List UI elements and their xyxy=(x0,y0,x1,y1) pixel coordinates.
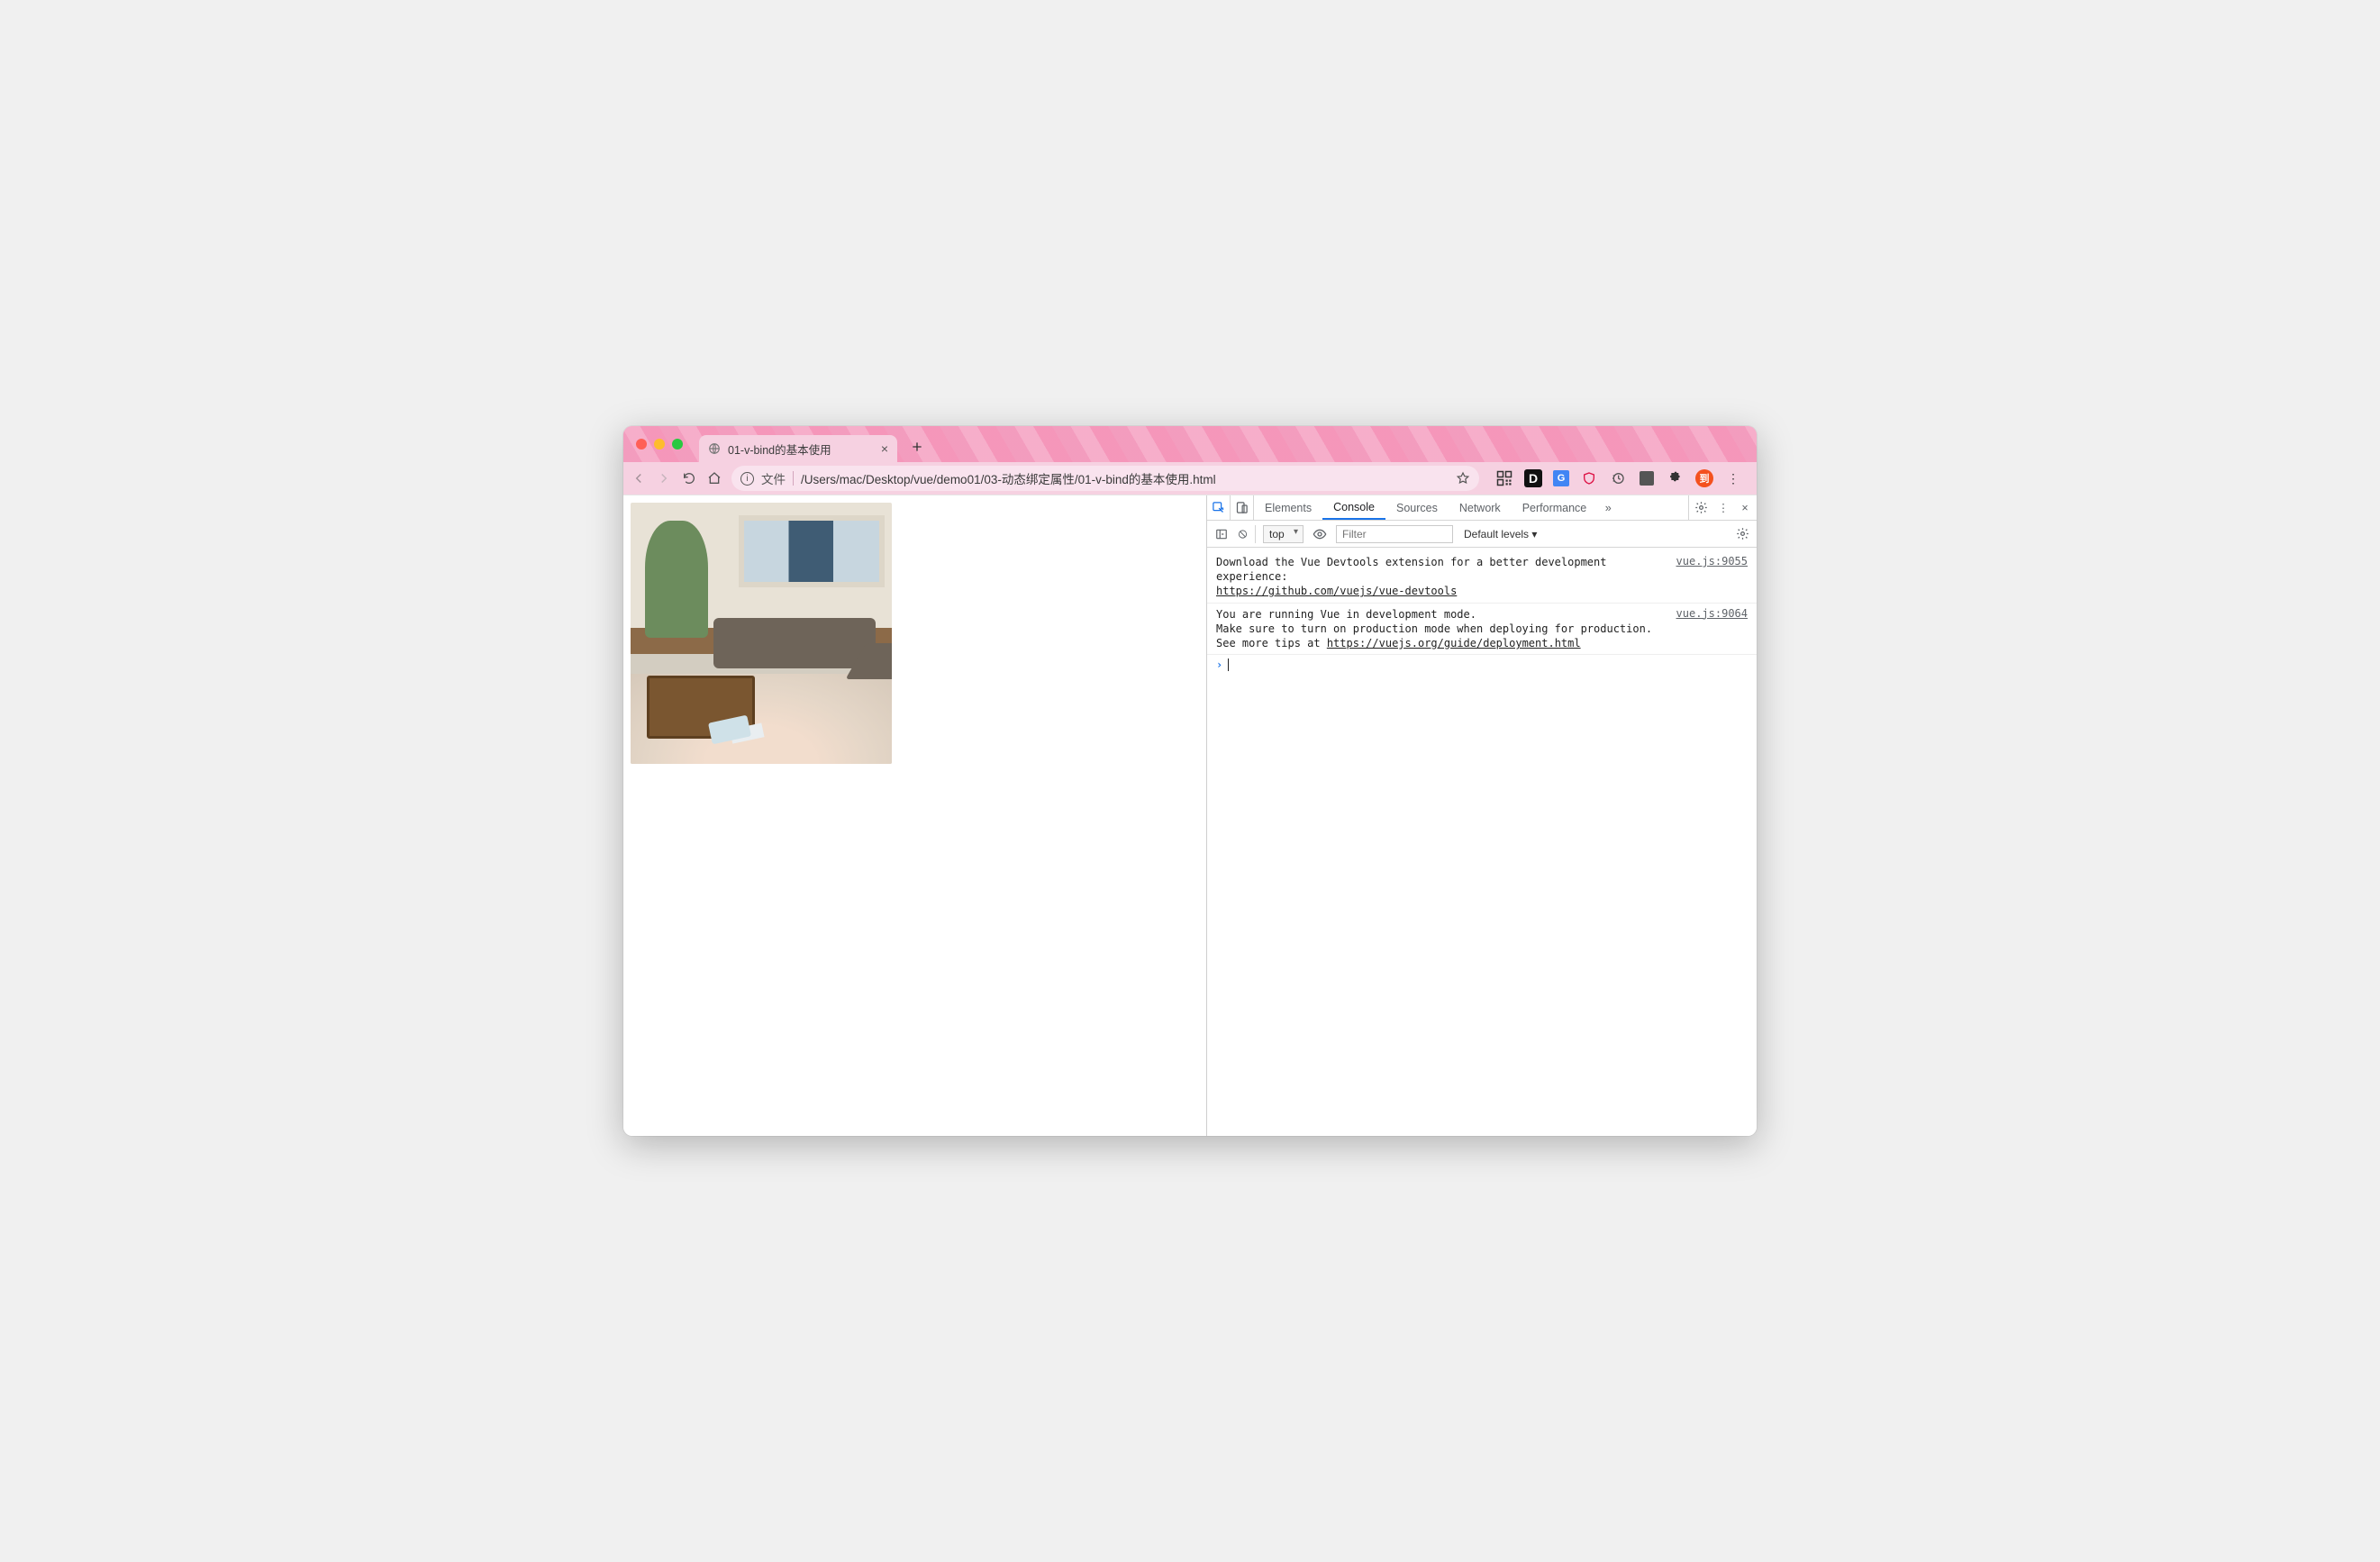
devtools-panel: Elements Console Sources Network Perform… xyxy=(1207,495,1757,1136)
console-toolbar: top Default levels ▾ xyxy=(1207,521,1757,548)
text-cursor xyxy=(1228,658,1229,671)
browser-tab[interactable]: 01-v-bind的基本使用 × xyxy=(699,435,897,462)
browser-window: 01-v-bind的基本使用 × i 文件 /Users/mac/Desktop… xyxy=(623,426,1757,1136)
tab-bar: 01-v-bind的基本使用 × xyxy=(623,426,1757,462)
minimize-window-button[interactable] xyxy=(654,439,665,450)
execution-context-select[interactable]: top xyxy=(1263,525,1304,543)
log-levels-dropdown[interactable]: Default levels ▾ xyxy=(1464,528,1537,540)
content-area: Elements Console Sources Network Perform… xyxy=(623,495,1757,1136)
close-tab-icon[interactable]: × xyxy=(881,441,888,456)
url-scheme-label: 文件 xyxy=(761,469,786,487)
separator xyxy=(793,471,794,486)
url-bar: i 文件 /Users/mac/Desktop/vue/demo01/03-动态… xyxy=(623,462,1757,495)
tab-title: 01-v-bind的基本使用 xyxy=(728,440,831,458)
console-sidebar-toggle-icon[interactable] xyxy=(1213,525,1231,543)
window-controls xyxy=(636,439,683,450)
console-output: Download the Vue Devtools extension for … xyxy=(1207,548,1757,1136)
inspect-element-icon[interactable] xyxy=(1207,495,1231,520)
console-filter-input[interactable] xyxy=(1336,525,1453,543)
browser-menu-icon[interactable]: ⋮ xyxy=(1724,469,1742,487)
google-translate-icon[interactable]: G xyxy=(1553,470,1569,486)
context-select[interactable]: top xyxy=(1263,525,1304,543)
log-text: Download the Vue Devtools extension for … xyxy=(1216,556,1613,583)
log-link[interactable]: https://vuejs.org/guide/deployment.html xyxy=(1327,637,1581,649)
devtools-settings-icon[interactable] xyxy=(1688,495,1713,520)
extensions-puzzle-icon[interactable] xyxy=(1667,469,1685,487)
close-window-button[interactable] xyxy=(636,439,647,450)
more-tabs-icon[interactable]: » xyxy=(1597,495,1619,520)
prompt-caret-icon: › xyxy=(1216,658,1222,671)
address-bar[interactable]: i 文件 /Users/mac/Desktop/vue/demo01/03-动态… xyxy=(731,466,1479,491)
extension-vd-icon[interactable]: D xyxy=(1524,469,1542,487)
tab-performance[interactable]: Performance xyxy=(1512,495,1598,520)
page-viewport xyxy=(623,495,1207,1136)
history-icon[interactable] xyxy=(1609,469,1627,487)
devtools-close-icon[interactable]: × xyxy=(1733,495,1757,520)
console-log-row: Download the Vue Devtools extension for … xyxy=(1207,551,1757,604)
log-source-link[interactable]: vue.js:9055 xyxy=(1676,555,1748,599)
bookmark-star-icon[interactable] xyxy=(1456,471,1470,486)
tab-sources[interactable]: Sources xyxy=(1385,495,1449,520)
tab-elements[interactable]: Elements xyxy=(1254,495,1322,520)
reload-button[interactable] xyxy=(681,470,697,486)
devtools-menu-icon[interactable]: ⋮ xyxy=(1713,495,1733,520)
shield-icon[interactable] xyxy=(1580,469,1598,487)
profile-avatar[interactable]: 到 xyxy=(1695,469,1713,487)
devtools-tabs: Elements Console Sources Network Perform… xyxy=(1207,495,1757,521)
maximize-window-button[interactable] xyxy=(672,439,683,450)
extension-icons: D G 到 ⋮ xyxy=(1488,469,1749,487)
back-button[interactable] xyxy=(631,470,647,486)
log-source-link[interactable]: vue.js:9064 xyxy=(1676,607,1748,651)
tab-network[interactable]: Network xyxy=(1449,495,1512,520)
live-expression-icon[interactable] xyxy=(1311,525,1329,543)
new-tab-button[interactable] xyxy=(904,434,930,459)
extension-square-icon[interactable] xyxy=(1638,469,1656,487)
console-settings-icon[interactable] xyxy=(1733,525,1751,543)
forward-button[interactable] xyxy=(656,470,672,486)
qr-code-icon[interactable] xyxy=(1495,469,1513,487)
log-link[interactable]: https://github.com/vuejs/vue-devtools xyxy=(1216,585,1457,597)
console-log-row: You are running Vue in development mode.… xyxy=(1207,604,1757,656)
console-prompt[interactable]: › xyxy=(1207,655,1757,675)
device-toolbar-icon[interactable] xyxy=(1231,495,1254,520)
site-info-icon[interactable]: i xyxy=(740,472,754,486)
product-image xyxy=(631,503,892,764)
clear-console-icon[interactable] xyxy=(1238,525,1256,543)
tab-console[interactable]: Console xyxy=(1322,495,1385,520)
url-path: /Users/mac/Desktop/vue/demo01/03-动态绑定属性/… xyxy=(801,469,1216,487)
globe-icon xyxy=(708,442,721,455)
home-button[interactable] xyxy=(706,470,722,486)
